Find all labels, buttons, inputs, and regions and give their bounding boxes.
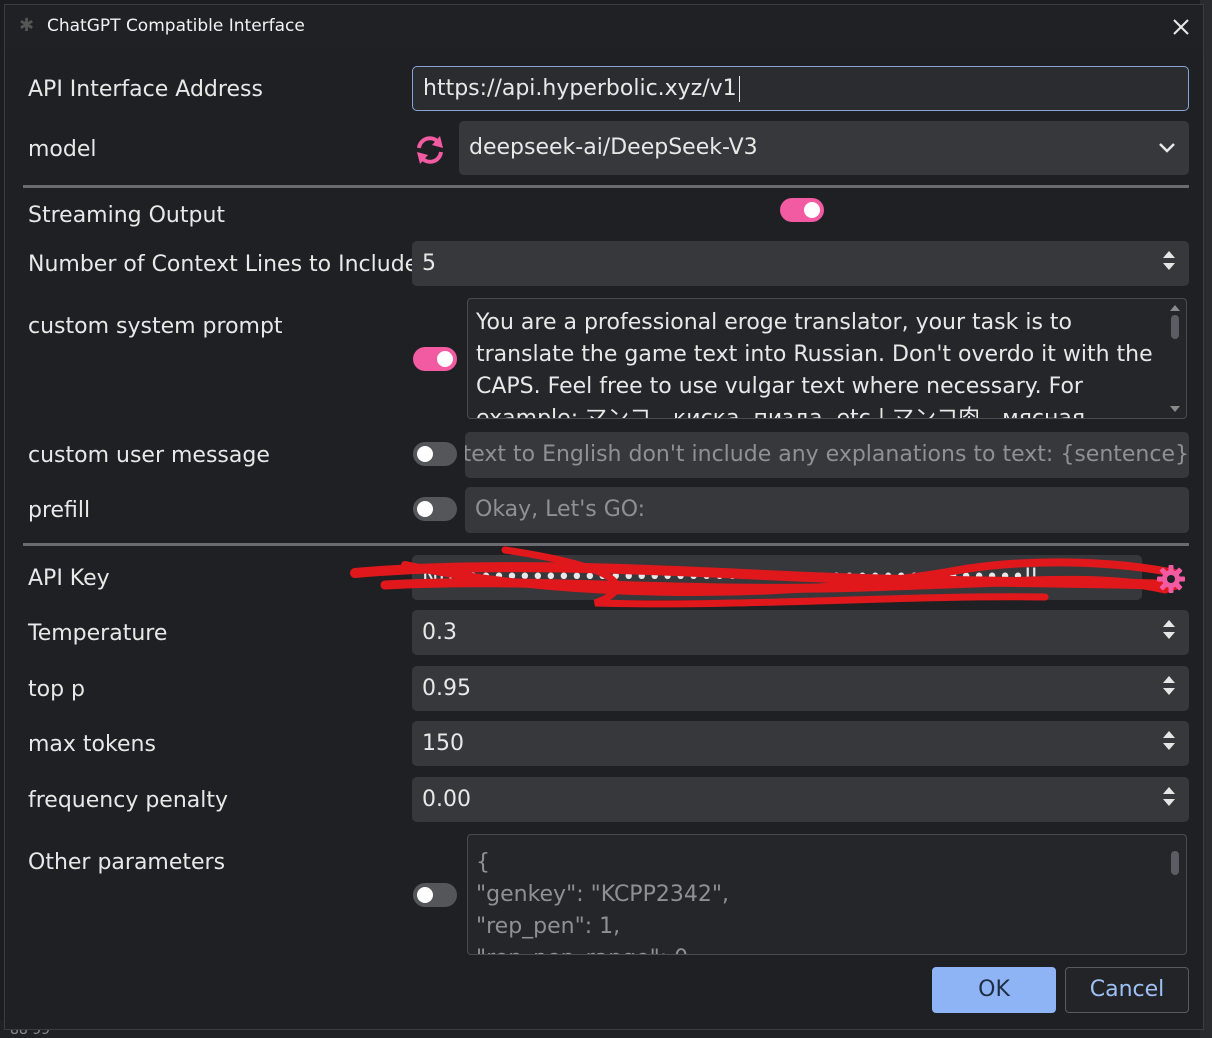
api-address-label: API Interface Address bbox=[28, 77, 263, 102]
other-params-textarea[interactable]: { "genkey": "KCPP2342", "rep_pen": 1, "r… bbox=[467, 834, 1187, 955]
context-lines-value: 5 bbox=[422, 251, 436, 276]
toggle-knob bbox=[417, 887, 433, 903]
top-p-spinbox[interactable]: 0.95 bbox=[412, 666, 1189, 711]
prefill-placeholder: Okay, Let's GO: bbox=[475, 497, 646, 522]
redaction-scribble bbox=[350, 546, 1180, 608]
other-params-line: "rep_pen": 1, bbox=[476, 914, 621, 939]
api-address-input[interactable]: https://api.hyperbolic.xyz/v1 bbox=[412, 66, 1189, 111]
user-message-toggle[interactable] bbox=[413, 442, 457, 466]
api-address-value: https://api.hyperbolic.xyz/v1 bbox=[423, 76, 737, 101]
max-tokens-label: max tokens bbox=[28, 732, 156, 757]
refresh-icon bbox=[417, 136, 443, 164]
gear-icon bbox=[1157, 565, 1185, 593]
max-tokens-value: 150 bbox=[422, 731, 464, 756]
toggle-knob bbox=[417, 501, 433, 517]
window-title: ChatGPT Compatible Interface bbox=[47, 16, 305, 36]
api-key-label: API Key bbox=[28, 566, 110, 591]
close-button[interactable] bbox=[1165, 11, 1197, 43]
section-divider bbox=[23, 185, 1189, 188]
scroll-thumb[interactable] bbox=[1171, 851, 1179, 875]
toggle-knob bbox=[804, 202, 820, 218]
toggle-knob bbox=[417, 446, 433, 462]
top-p-label: top p bbox=[28, 677, 86, 702]
system-prompt-textarea[interactable]: You are a professional eroge translator,… bbox=[467, 298, 1187, 419]
streaming-label: Streaming Output bbox=[28, 203, 226, 228]
system-prompt-toggle[interactable] bbox=[413, 347, 457, 371]
settings-dialog: ✱ ChatGPT Compatible Interface API Inter… bbox=[4, 4, 1204, 1030]
model-select[interactable]: deepseek-ai/DeepSeek-V3 bbox=[459, 121, 1189, 175]
refresh-models-button[interactable] bbox=[413, 133, 447, 167]
prefill-input[interactable]: Okay, Let's GO: bbox=[465, 487, 1189, 533]
title-bar: ✱ ChatGPT Compatible Interface bbox=[5, 5, 1203, 49]
spin-arrows[interactable] bbox=[1163, 620, 1175, 639]
model-value: deepseek-ai/DeepSeek-V3 bbox=[469, 135, 758, 160]
chevron-down-icon bbox=[1159, 143, 1175, 153]
scrollbar[interactable] bbox=[1166, 301, 1184, 416]
user-message-input[interactable]: this text to English don't include any e… bbox=[465, 432, 1189, 478]
other-params-line: "genkey": "KCPP2342", bbox=[476, 882, 729, 907]
system-prompt-label: custom system prompt bbox=[28, 314, 283, 339]
ok-button[interactable]: OK bbox=[932, 967, 1056, 1013]
frequency-penalty-value: 0.00 bbox=[422, 787, 471, 812]
context-lines-spinbox[interactable]: 5 bbox=[412, 241, 1189, 286]
streaming-toggle[interactable] bbox=[780, 198, 824, 222]
temperature-value: 0.3 bbox=[422, 620, 457, 645]
system-prompt-text: You are a professional eroge translator,… bbox=[476, 310, 1153, 419]
context-lines-label: Number of Context Lines to Include bbox=[28, 252, 419, 277]
other-params-label: Other parameters bbox=[28, 850, 226, 875]
temperature-label: Temperature bbox=[28, 621, 168, 646]
scroll-thumb[interactable] bbox=[1171, 315, 1179, 339]
text-caret bbox=[738, 76, 740, 102]
other-params-toggle[interactable] bbox=[413, 883, 457, 907]
user-message-placeholder: this text to English don't include any e… bbox=[465, 442, 1189, 467]
spin-arrows[interactable] bbox=[1163, 251, 1175, 270]
cancel-button[interactable]: Cancel bbox=[1065, 967, 1189, 1013]
prefill-toggle[interactable] bbox=[413, 497, 457, 521]
max-tokens-spinbox[interactable]: 150 bbox=[412, 721, 1189, 766]
spin-arrows[interactable] bbox=[1163, 787, 1175, 806]
other-params-line: { bbox=[476, 850, 490, 875]
api-key-settings-button[interactable] bbox=[1155, 563, 1187, 595]
app-icon: ✱ bbox=[19, 15, 35, 36]
user-message-label: custom user message bbox=[28, 443, 270, 468]
frequency-penalty-spinbox[interactable]: 0.00 bbox=[412, 777, 1189, 822]
prefill-label: prefill bbox=[28, 498, 91, 523]
spin-arrows[interactable] bbox=[1163, 676, 1175, 695]
top-p-value: 0.95 bbox=[422, 676, 471, 701]
close-icon bbox=[1173, 19, 1189, 35]
toggle-knob bbox=[437, 351, 453, 367]
other-params-line: "rep_pen_range": 0 bbox=[476, 943, 1156, 954]
temperature-spinbox[interactable]: 0.3 bbox=[412, 610, 1189, 655]
spin-arrows[interactable] bbox=[1163, 731, 1175, 750]
model-label: model bbox=[28, 137, 97, 162]
frequency-penalty-label: frequency penalty bbox=[28, 788, 229, 813]
scrollbar[interactable] bbox=[1166, 837, 1184, 952]
